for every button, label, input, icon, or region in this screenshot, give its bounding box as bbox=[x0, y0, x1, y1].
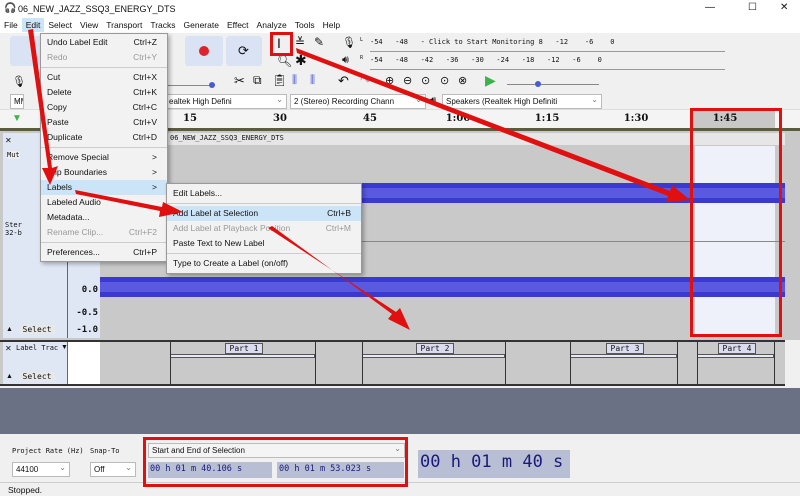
arrow-to-selection bbox=[296, 48, 690, 202]
arrow-to-add-label bbox=[75, 190, 183, 217]
arrow-to-label-track bbox=[268, 226, 410, 330]
arrow-to-labels bbox=[28, 29, 58, 185]
annotation-arrows bbox=[28, 29, 690, 330]
